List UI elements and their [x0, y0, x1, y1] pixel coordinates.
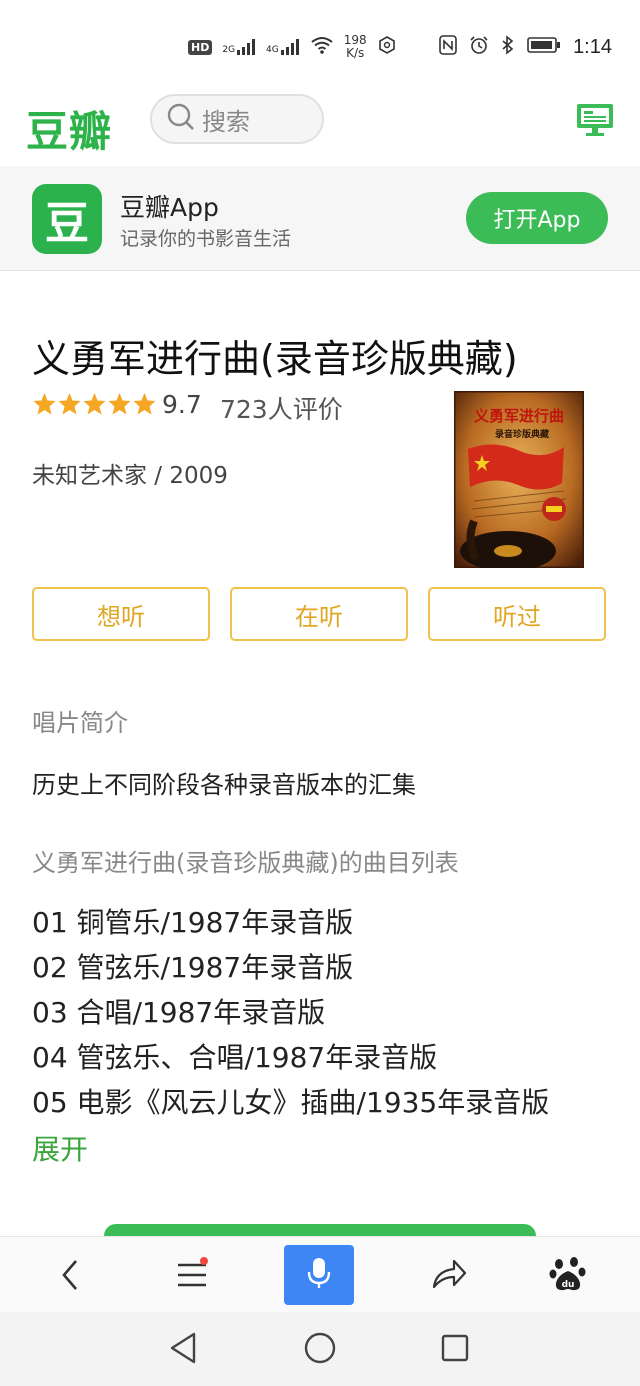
track-item: 04 管弦乐、合唱/1987年录音版 — [32, 1041, 438, 1074]
alarm-icon — [469, 35, 489, 59]
douban-app-icon: 豆 — [32, 184, 102, 254]
cover-title: 义勇军进行曲 — [474, 407, 564, 425]
nav-recents-square-icon[interactable] — [440, 1333, 470, 1367]
net1-label: 2G — [222, 45, 236, 55]
hexagon-icon — [377, 35, 397, 59]
signal-2g-icon: 2G — [222, 39, 256, 55]
app-name: 豆瓣App — [120, 193, 219, 222]
status-icons-right: 1:14 — [439, 30, 612, 64]
speed-unit: K/s — [346, 46, 365, 60]
notification-dot — [200, 1257, 208, 1265]
track-item: 05 电影《风云儿女》插曲/1935年录音版 — [32, 1086, 550, 1119]
star-icon — [33, 393, 56, 415]
clock-time: 1:14 — [573, 35, 612, 58]
intro-heading: 唱片简介 — [32, 709, 128, 737]
status-icons-left: HD 2G 4G 198 K/s — [188, 30, 397, 64]
album-title: 义勇军进行曲(录音珍版典藏) — [32, 337, 518, 381]
nav-home-circle-icon[interactable] — [303, 1331, 337, 1369]
expand-link[interactable]: 展开 — [32, 1128, 88, 1168]
open-app-button[interactable]: 打开App — [466, 192, 608, 244]
nav-back-triangle-icon[interactable] — [166, 1330, 200, 1370]
star-icon — [83, 393, 106, 415]
cover-subtitle: 录音珍版典藏 — [495, 428, 549, 440]
svg-text:du: du — [562, 1280, 575, 1290]
listened-button[interactable]: 听过 — [428, 587, 606, 641]
search-placeholder: 搜索 — [202, 107, 250, 136]
back-icon[interactable] — [56, 1255, 84, 1299]
search-input[interactable]: 搜索 — [150, 94, 324, 144]
battery-icon — [527, 36, 561, 58]
app-icon-char: 豆 — [45, 198, 89, 249]
baidu-paw-icon[interactable]: du — [548, 1255, 588, 1299]
microphone-icon — [306, 1256, 332, 1294]
tracklist-heading: 义勇军进行曲(录音珍版典藏)的曲目列表 — [32, 849, 459, 877]
bluetooth-icon — [501, 35, 515, 59]
app-subtitle: 记录你的书影音生活 — [120, 228, 292, 250]
network-speed: 198 K/s — [344, 34, 367, 60]
voice-search-button[interactable] — [284, 1245, 354, 1305]
track-item: 01 铜管乐/1987年录音版 — [32, 906, 354, 939]
artist-year: 未知艺术家 / 2009 — [32, 463, 228, 489]
wifi-icon — [310, 36, 334, 58]
search-icon — [166, 102, 196, 136]
nfc-icon — [439, 35, 457, 59]
system-navigation-bar — [0, 1312, 640, 1386]
net2-label: 4G — [266, 45, 279, 55]
share-icon[interactable] — [430, 1255, 468, 1299]
app-download-banner: 豆 豆瓣App 记录你的书影音生活 打开App — [0, 166, 640, 271]
speed-value: 198 — [343, 33, 367, 47]
signal-4g-icon: 4G — [266, 39, 300, 55]
menu-icon[interactable] — [174, 1255, 210, 1299]
intro-text: 历史上不同阶段各种录音版本的汇集 — [32, 771, 416, 799]
rating-stars — [32, 392, 157, 416]
rating-count[interactable]: 723人评价 — [220, 390, 343, 426]
status-bar: HD 2G 4G 198 K/s 1:14 — [0, 0, 640, 92]
rating-score: 9.7 — [162, 390, 202, 419]
desktop-version-icon[interactable] — [576, 102, 614, 142]
douban-logo[interactable]: 豆瓣 — [26, 98, 112, 159]
album-cover[interactable]: 义勇军进行曲 录音珍版典藏 — [452, 389, 586, 571]
browser-toolbar: du — [0, 1236, 640, 1313]
star-icon — [108, 393, 131, 415]
star-icon — [133, 393, 156, 415]
star-icon — [58, 393, 81, 415]
track-item: 03 合唱/1987年录音版 — [32, 996, 326, 1029]
listening-button[interactable]: 在听 — [230, 587, 408, 641]
track-list: 01 铜管乐/1987年录音版 02 管弦乐/1987年录音版 03 合唱/19… — [32, 900, 549, 1125]
site-header: 豆瓣 搜索 — [0, 92, 640, 167]
hd-badge: HD — [188, 39, 213, 55]
want-to-listen-button[interactable]: 想听 — [32, 587, 210, 641]
track-item: 02 管弦乐/1987年录音版 — [32, 951, 354, 984]
